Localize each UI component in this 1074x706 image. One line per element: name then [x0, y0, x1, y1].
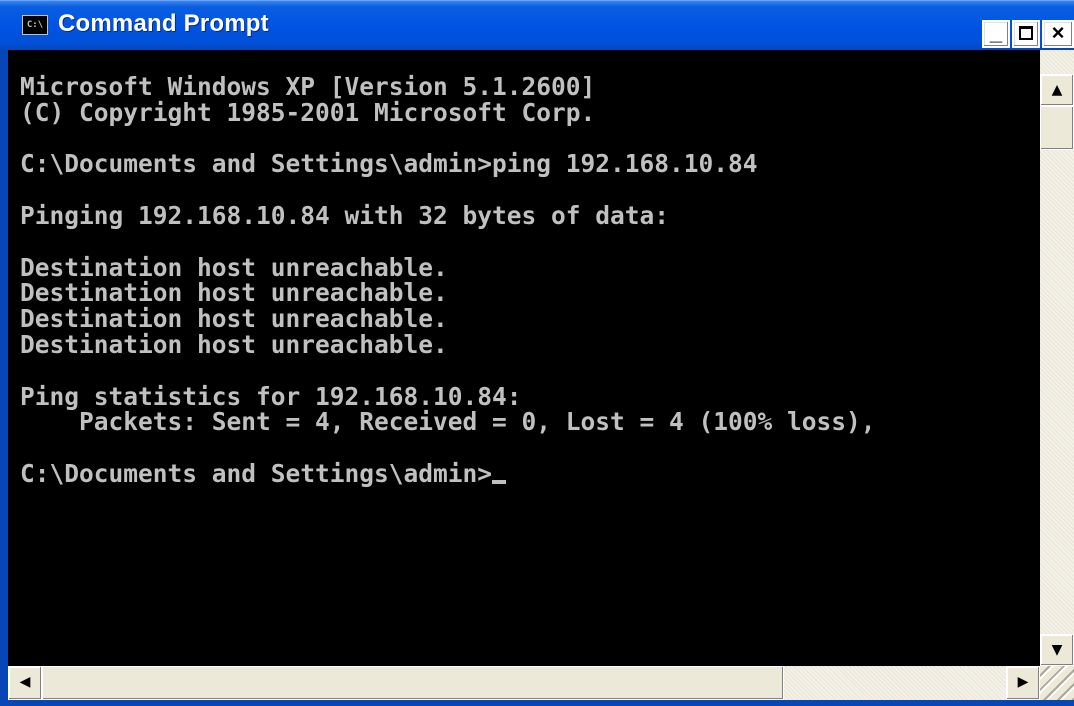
horizontal-scrollbar[interactable]: ◀ ▶	[8, 666, 1040, 700]
console-line: Destination host unreachable.	[20, 252, 448, 282]
scroll-right-button[interactable]: ▶	[1006, 666, 1040, 700]
vertical-scroll-thumb[interactable]	[1040, 106, 1074, 150]
close-button[interactable]: ×	[1042, 20, 1074, 48]
console-line: Packets: Sent = 4, Received = 0, Lost = …	[20, 407, 876, 437]
prompt-line[interactable]: C:\Documents and Settings\admin>	[20, 461, 1040, 487]
console-line: Destination host unreachable.	[20, 329, 448, 359]
title-bar[interactable]: C:\ Command Prompt _ ×	[0, 0, 1074, 50]
console-line: C:\Documents and Settings\admin>ping 192…	[20, 149, 758, 179]
arrow-up-icon: ▲	[1051, 82, 1063, 98]
console-line: Destination host unreachable.	[20, 304, 448, 334]
close-icon: ×	[1051, 20, 1065, 45]
text-cursor	[492, 479, 507, 484]
resize-grip[interactable]	[1040, 666, 1074, 700]
prompt-text: C:\Documents and Settings\admin>	[20, 458, 493, 488]
horizontal-scroll-thumb[interactable]	[42, 666, 784, 700]
arrow-left-icon: ◀	[19, 674, 31, 690]
scroll-up-button[interactable]: ▲	[1040, 74, 1074, 106]
arrow-right-icon: ▶	[1017, 674, 1029, 690]
console-line: Pinging 192.168.10.84 with 32 bytes of d…	[20, 200, 670, 230]
maximize-icon	[1019, 26, 1033, 40]
maximize-button[interactable]	[1012, 20, 1040, 48]
console-icon[interactable]: C:\	[22, 15, 48, 35]
window-title: Command Prompt	[58, 10, 269, 37]
window-frame-bottom	[0, 700, 1074, 706]
minimize-button[interactable]: _	[982, 20, 1010, 48]
window-frame-left	[0, 50, 8, 700]
command-prompt-window: C:\ Command Prompt _ × Microsoft Windows…	[0, 0, 1074, 706]
minimize-icon: _	[989, 20, 1003, 45]
scroll-left-button[interactable]: ◀	[8, 666, 42, 700]
console-line: Ping statistics for 192.168.10.84:	[20, 381, 522, 411]
console-line: Destination host unreachable.	[20, 278, 448, 308]
scroll-down-button[interactable]: ▼	[1040, 634, 1074, 666]
arrow-down-icon: ▼	[1051, 642, 1063, 658]
console-line: (C) Copyright 1985-2001 Microsoft Corp.	[20, 97, 596, 127]
vertical-scrollbar[interactable]: ▲ ▼	[1040, 50, 1074, 666]
console-output[interactable]: Microsoft Windows XP [Version 5.1.2600](…	[8, 50, 1040, 666]
console-line: Microsoft Windows XP [Version 5.1.2600]	[20, 72, 596, 101]
